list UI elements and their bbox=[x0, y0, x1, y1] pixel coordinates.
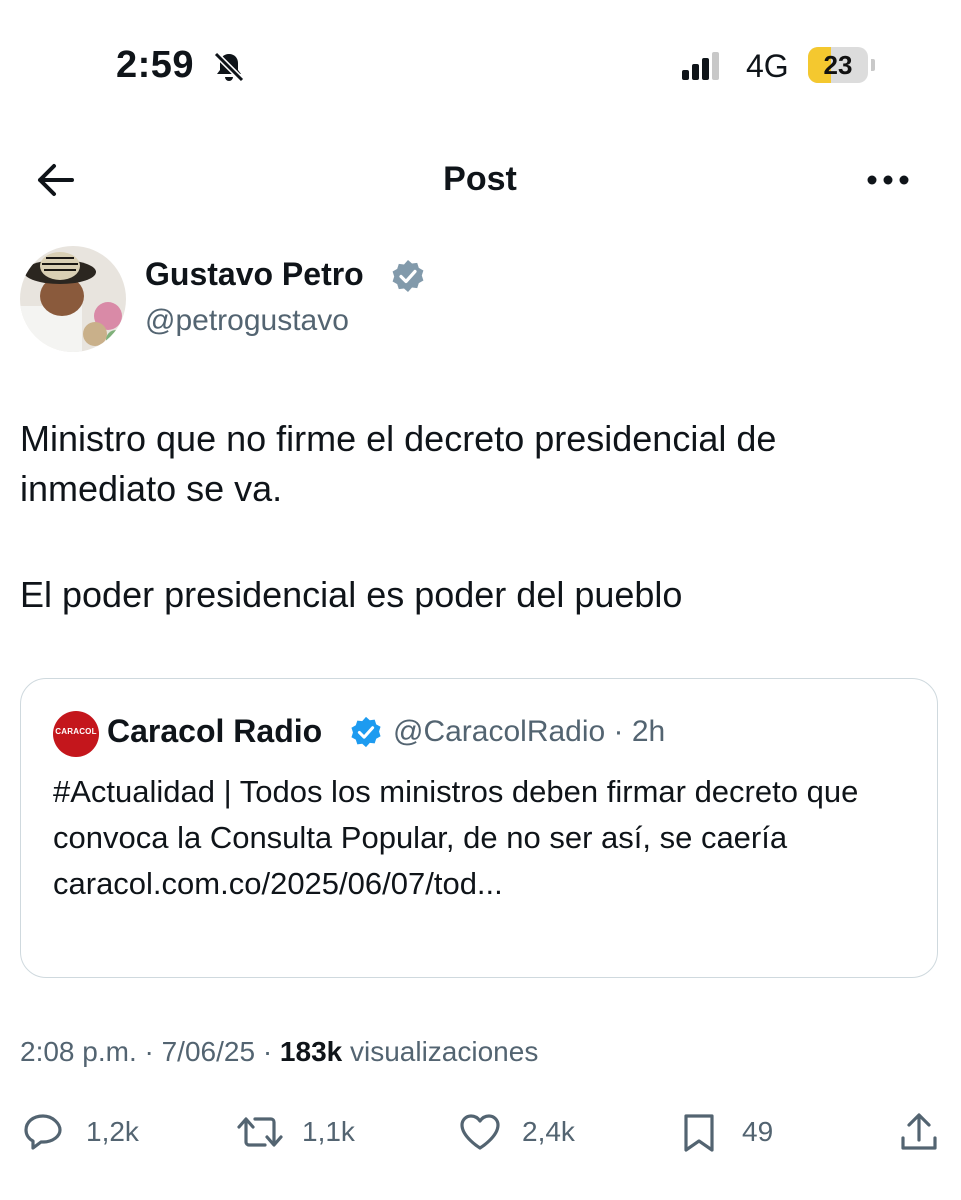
back-arrow-icon[interactable] bbox=[32, 160, 80, 200]
quoted-author-avatar: CARACOL bbox=[53, 711, 99, 757]
quoted-tweet-text: #Actualidad | Todos los ministros deben … bbox=[53, 769, 913, 907]
repost-icon bbox=[237, 1117, 283, 1147]
quoted-text: #Actualidad | Todos los ministros deben … bbox=[53, 774, 859, 855]
caracol-logo-text: CARACOL bbox=[55, 727, 97, 736]
quoted-tweet-card[interactable]: CARACOL Caracol Radio @CaracolRadio · 2h… bbox=[20, 678, 938, 978]
author-name[interactable]: Gustavo Petro bbox=[145, 256, 364, 293]
verified-badge-icon bbox=[392, 260, 424, 292]
bell-muted-icon bbox=[213, 51, 245, 83]
reply-icon bbox=[24, 1114, 62, 1150]
views-label: visualizaciones bbox=[342, 1036, 539, 1067]
signal-icon bbox=[682, 52, 719, 80]
tweet-timestamp: 2:08 p.m. · 7/06/25 · bbox=[20, 1036, 280, 1067]
heart-icon bbox=[460, 1114, 500, 1150]
tweet-paragraph: El poder presidencial es poder del puebl… bbox=[20, 574, 683, 615]
reply-count: 1,2k bbox=[86, 1116, 139, 1147]
status-time: 2:59 bbox=[116, 44, 195, 86]
verified-badge-icon bbox=[351, 716, 381, 748]
bookmark-icon bbox=[684, 1114, 714, 1152]
tweet-paragraph: Ministro que no firme el decreto preside… bbox=[20, 418, 777, 509]
author-handle[interactable]: @petrogustavo bbox=[145, 304, 349, 338]
quoted-author-handle: @CaracolRadio · 2h bbox=[393, 715, 666, 748]
like-count: 2,4k bbox=[522, 1116, 575, 1147]
page-title: Post bbox=[443, 160, 517, 198]
share-button[interactable] bbox=[898, 1110, 942, 1154]
more-options-icon[interactable] bbox=[862, 166, 914, 194]
bookmark-button[interactable]: 49 bbox=[680, 1110, 790, 1154]
repost-count: 1,1k bbox=[302, 1116, 355, 1147]
share-icon bbox=[901, 1113, 937, 1150]
bookmark-count: 49 bbox=[742, 1116, 774, 1147]
views-count[interactable]: 183k bbox=[280, 1036, 342, 1067]
like-button[interactable]: 2,4k bbox=[458, 1110, 598, 1154]
tweet-body: Ministro que no firme el decreto preside… bbox=[20, 414, 940, 620]
network-type: 4G bbox=[746, 48, 789, 84]
quoted-author-name: Caracol Radio bbox=[107, 713, 323, 749]
repost-button[interactable]: 1,1k bbox=[236, 1110, 366, 1154]
quoted-link[interactable]: caracol.com.co/2025/06/07/tod... bbox=[53, 866, 503, 901]
reply-button[interactable]: 1,2k bbox=[22, 1110, 152, 1154]
tweet-meta: 2:08 p.m. · 7/06/25 · 183k visualizacion… bbox=[20, 1036, 538, 1068]
author-avatar[interactable] bbox=[20, 246, 126, 352]
battery-level: 23 bbox=[823, 50, 853, 80]
battery-indicator: 23 bbox=[808, 47, 876, 83]
